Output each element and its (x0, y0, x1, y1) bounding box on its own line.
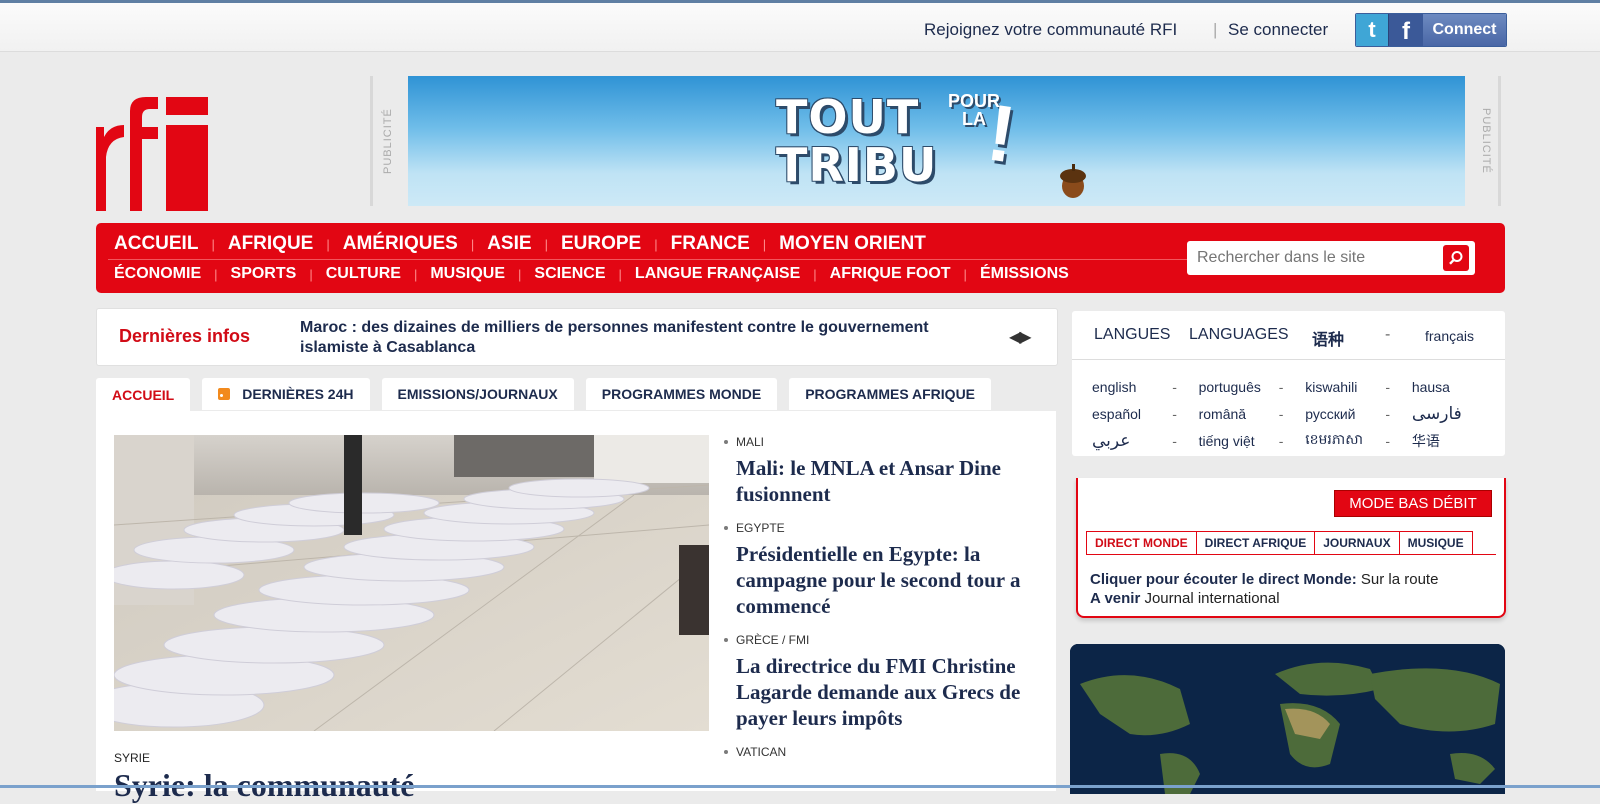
tab-direct-monde[interactable]: DIRECT MONDE (1086, 531, 1197, 554)
breaking-news-headline[interactable]: Maroc : des dizaines de milliers de pers… (300, 318, 1000, 358)
language-link[interactable]: فارسی (1412, 404, 1492, 424)
ad-separator-left (370, 76, 373, 206)
twitter-icon[interactable]: t (1356, 14, 1388, 46)
top-bar-separator: | (1213, 20, 1218, 39)
story-category[interactable]: GRÈCE / FMI (736, 633, 809, 647)
low-bandwidth-button[interactable]: MODE BAS DÉBIT (1334, 490, 1492, 517)
facebook-icon[interactable]: f (1388, 14, 1423, 46)
nav-item-emissions[interactable]: ÉMISSIONS (980, 265, 1069, 283)
language-link[interactable]: 华语 (1412, 431, 1492, 451)
story-category[interactable]: VATICAN (736, 745, 786, 759)
story-title[interactable]: La directrice du FMI Christine Lagarde d… (736, 653, 1036, 731)
ad-banner[interactable]: TOUT POUR LA TRIBU ! (408, 76, 1465, 206)
tab-programmes-afrique[interactable]: PROGRAMMES AFRIQUE (789, 378, 992, 410)
connect-label[interactable]: Connect (1423, 14, 1506, 46)
languages-header-dash: - (1385, 326, 1391, 343)
bullet-icon (724, 750, 728, 754)
language-link[interactable]: ខេមរភាសា (1305, 430, 1385, 451)
language-grid: english - português - kiswahili - hausa esp… (1092, 373, 1492, 454)
nav-item-moyen-orient[interactable]: MOYEN ORIENT (779, 233, 926, 255)
story-title[interactable]: Mali: le MNLA et Ansar Dine fusionnent (736, 455, 1036, 507)
language-link[interactable]: hausa (1412, 379, 1492, 395)
nav-item-musique[interactable]: MUSIQUE (430, 265, 505, 283)
nav-item-sports[interactable]: SPORTS (231, 265, 297, 283)
rss-icon (218, 388, 231, 400)
ad-title-line2: TRIBU (776, 138, 938, 192)
ad-title-line1: TOUT (776, 90, 920, 144)
nav-item-langue-francaise[interactable]: LANGUE FRANÇAISE (635, 265, 800, 283)
up-next-line: A venir Journal international (1090, 590, 1280, 607)
story-list: MALI Mali: le MNLA et Ansar Dine fusionn… (724, 435, 1036, 773)
nav-item-asie[interactable]: ASIE (487, 233, 531, 255)
language-header: LANGUES LANGUAGES 语种 - français (1072, 311, 1505, 360)
list-item: EGYPTE Présidentielle en Egypte: la camp… (724, 521, 1036, 619)
language-link[interactable]: tiếng việt (1199, 433, 1279, 449)
story-title[interactable]: Présidentielle en Egypte: la campagne po… (736, 541, 1036, 619)
breaking-news-bar: Dernières infos Maroc : des dizaines de … (96, 308, 1058, 366)
language-selector: LANGUES LANGUAGES 语种 - français english -… (1072, 311, 1505, 456)
tab-accueil[interactable]: ACCUEIL (96, 378, 191, 412)
login-link[interactable]: Se connecter (1228, 20, 1328, 40)
list-item: MALI Mali: le MNLA et Ansar Dine fusionn… (724, 435, 1036, 507)
bullet-icon (724, 526, 728, 530)
nav-item-afrique[interactable]: AFRIQUE (228, 233, 314, 255)
language-link[interactable]: español (1092, 406, 1172, 422)
nav-item-ameriques[interactable]: AMÉRIQUES (343, 233, 458, 255)
world-map[interactable] (1070, 644, 1505, 794)
language-link[interactable]: português (1199, 379, 1279, 395)
lead-story-photo[interactable] (114, 435, 709, 731)
nav-item-accueil[interactable]: ACCUEIL (114, 233, 198, 255)
bullet-icon (724, 638, 728, 642)
radio-tabs: DIRECT MONDE DIRECT AFRIQUE JOURNAUX MUS… (1086, 531, 1496, 555)
breaking-news-title: Dernières infos (119, 326, 251, 346)
search-icon (1449, 251, 1463, 265)
nav-divider (108, 259, 1256, 260)
content-tabs: ACCUEIL DERNIÈRES 24H EMISSIONS/JOURNAUX… (96, 378, 1003, 412)
story-category[interactable]: MALI (736, 435, 764, 449)
search-input[interactable] (1195, 246, 1439, 270)
bullet-icon (724, 440, 728, 444)
search-button[interactable] (1443, 245, 1469, 271)
nav-item-science[interactable]: SCIENCE (534, 265, 605, 283)
nav-item-culture[interactable]: CULTURE (326, 265, 401, 283)
nav-item-europe[interactable]: EUROPE (561, 233, 641, 255)
languages-label-zh: 语种 (1312, 332, 1345, 349)
languages-label-en: LANGUAGES (1189, 326, 1289, 343)
language-link[interactable]: kiswahili (1305, 379, 1385, 395)
tab-emissions-journaux[interactable]: EMISSIONS/JOURNAUX (381, 378, 574, 410)
ad-separator-right (1498, 76, 1501, 206)
rfi-logo[interactable] (96, 97, 212, 211)
top-bar: Rejoignez votre communauté RFI | Se conn… (0, 3, 1600, 52)
languages-label-fr: LANGUES (1094, 326, 1171, 343)
current-language[interactable]: français (1425, 328, 1474, 344)
acorn-icon (1060, 164, 1086, 198)
list-item: VATICAN (724, 745, 1036, 759)
social-connect-button[interactable]: t f Connect (1355, 13, 1507, 47)
ad-label-left: PUBLICITÉ (382, 108, 394, 174)
tab-musique[interactable]: MUSIQUE (1398, 531, 1473, 554)
language-link[interactable]: english (1092, 379, 1172, 395)
tab-programmes-monde[interactable]: PROGRAMMES MONDE (585, 378, 778, 410)
radio-player: MODE BAS DÉBIT DIRECT MONDE DIRECT AFRIQ… (1076, 478, 1506, 618)
language-link[interactable]: română (1199, 406, 1279, 422)
nav-primary: ACCUEIL | AFRIQUE | AMÉRIQUES | ASIE | EUROP… (114, 233, 926, 255)
nav-item-afrique-foot[interactable]: AFRIQUE FOOT (830, 265, 951, 283)
join-community-link[interactable]: Rejoignez votre communauté RFI (924, 20, 1177, 40)
breaking-news-arrows-icon[interactable]: ◀▶ (1009, 327, 1032, 347)
story-category[interactable]: EGYPTE (736, 521, 785, 535)
nav-item-france[interactable]: FRANCE (671, 233, 750, 255)
language-link[interactable]: عربي (1092, 431, 1172, 451)
nav-item-economie[interactable]: ÉCONOMIE (114, 265, 201, 283)
list-item: GRÈCE / FMI La directrice du FMI Christi… (724, 633, 1036, 731)
tab-dernieres-24h[interactable]: DERNIÈRES 24H (202, 378, 370, 410)
search-box (1187, 241, 1475, 275)
tab-direct-afrique[interactable]: DIRECT AFRIQUE (1195, 531, 1316, 554)
nav-secondary: ÉCONOMIE | SPORTS | CULTURE | MUSIQUE | SCIE… (114, 265, 1069, 283)
lead-story-category[interactable]: SYRIE (114, 751, 150, 765)
listen-live-line[interactable]: Cliquer pour écouter le direct Monde: Su… (1090, 571, 1438, 588)
language-link[interactable]: русский (1305, 406, 1385, 422)
ad-label-right: PUBLICITÉ (1480, 108, 1492, 174)
tab-journaux[interactable]: JOURNAUX (1314, 531, 1400, 554)
